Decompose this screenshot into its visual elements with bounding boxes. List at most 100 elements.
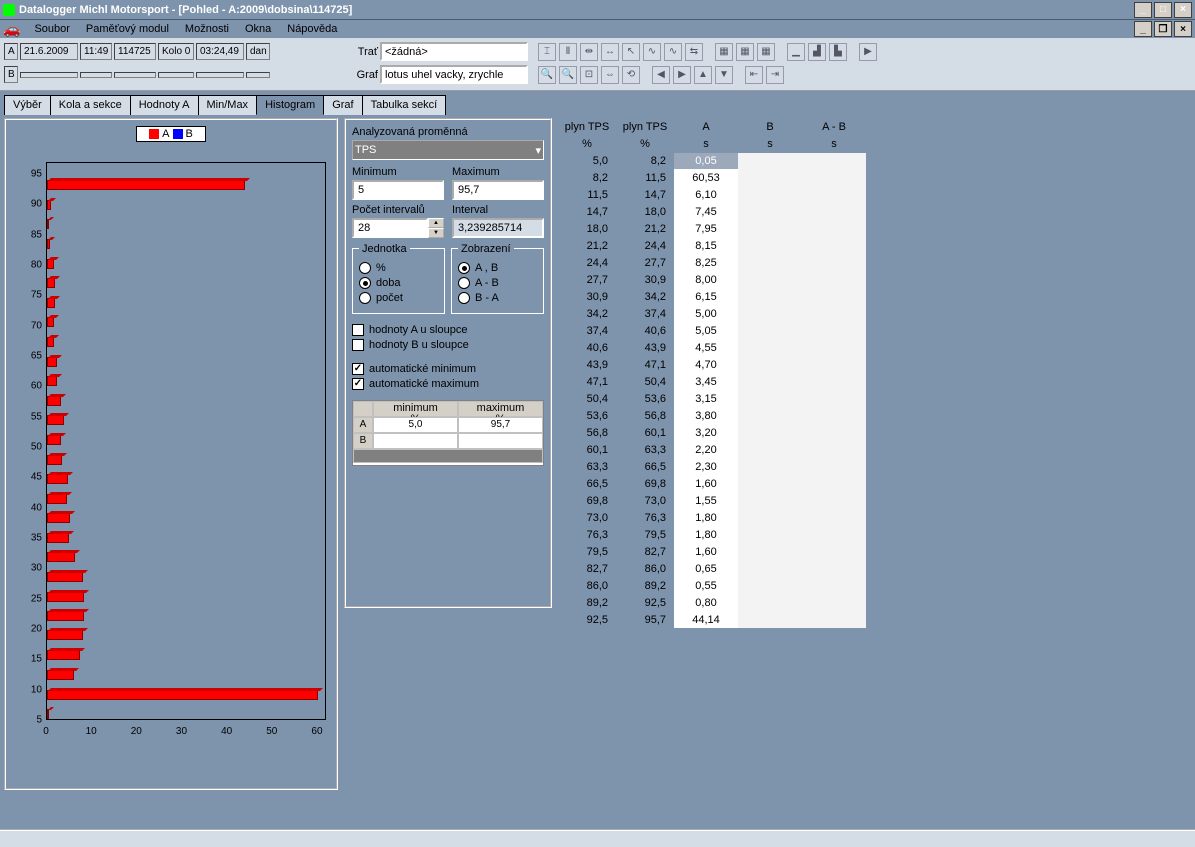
table-row[interactable]: 43,947,14,70 — [558, 356, 866, 373]
panel2-icon[interactable]: ▦ — [736, 43, 754, 61]
histogram-bar — [47, 513, 70, 523]
chart1-icon[interactable]: ▁ — [787, 43, 805, 61]
menu-napoveda[interactable]: Nápověda — [279, 21, 345, 37]
table-row[interactable]: 76,379,51,80 — [558, 526, 866, 543]
table-row[interactable]: 34,237,45,00 — [558, 305, 866, 322]
session-a-button[interactable]: A — [4, 43, 18, 60]
follow-a-icon[interactable]: ∿ — [643, 43, 661, 61]
menu-moznosti[interactable]: Možnosti — [177, 21, 237, 37]
table-row[interactable]: 60,163,32,20 — [558, 441, 866, 458]
minimum-input[interactable] — [352, 180, 444, 200]
close-button[interactable]: × — [1174, 2, 1192, 18]
table-row[interactable]: 11,514,76,10 — [558, 186, 866, 203]
dual-cursor-icon[interactable]: Ⅱ — [559, 43, 577, 61]
table-row[interactable]: 86,089,20,55 — [558, 577, 866, 594]
table-row[interactable]: 37,440,65,05 — [558, 322, 866, 339]
chart3-icon[interactable]: ▙ — [829, 43, 847, 61]
sync-icon[interactable]: ⇆ — [685, 43, 703, 61]
nav-right-icon[interactable]: ▶ — [673, 66, 691, 84]
view-aminusb-radio[interactable] — [458, 277, 470, 289]
tab-minmax[interactable]: Min/Max — [198, 95, 258, 115]
tab-graf[interactable]: Graf — [323, 95, 362, 115]
analyzed-var-label: Analyzovaná proměnná — [352, 126, 544, 138]
graf-input[interactable] — [380, 65, 528, 84]
cursor-tool-icon[interactable]: ⌶ — [538, 43, 556, 61]
tab-hodnoty-a[interactable]: Hodnoty A — [130, 95, 199, 115]
table-row[interactable]: 18,021,27,95 — [558, 220, 866, 237]
tab-tabulka-sekci[interactable]: Tabulka sekcí — [362, 95, 447, 115]
auto-max-checkbox[interactable] — [352, 378, 364, 390]
table-row[interactable]: 66,569,81,60 — [558, 475, 866, 492]
unit-percent-radio[interactable] — [359, 262, 371, 274]
x-tick: 0 — [43, 726, 49, 737]
y-tick: 50 — [31, 442, 42, 453]
table-row[interactable]: 50,453,63,15 — [558, 390, 866, 407]
view-bminusa-radio[interactable] — [458, 292, 470, 304]
table-row[interactable]: 63,366,52,30 — [558, 458, 866, 475]
spin-up-icon[interactable]: ▲ — [428, 218, 444, 228]
table-row[interactable]: 47,150,43,45 — [558, 373, 866, 390]
range-cursor-icon[interactable]: ⇹ — [580, 43, 598, 61]
view-legend: Zobrazení — [458, 243, 514, 255]
minimize-button[interactable]: _ — [1134, 2, 1152, 18]
table-row[interactable]: 30,934,26,15 — [558, 288, 866, 305]
unit-pocet-radio[interactable] — [359, 292, 371, 304]
table-row[interactable]: 53,656,83,80 — [558, 407, 866, 424]
chart2-icon[interactable]: ▟ — [808, 43, 826, 61]
analyzed-var-select[interactable]: TPS ▾ — [352, 140, 544, 160]
table-row[interactable]: 69,873,01,55 — [558, 492, 866, 509]
auto-min-checkbox[interactable] — [352, 363, 364, 375]
tab-vyber[interactable]: Výběr — [4, 95, 51, 115]
pointer-icon[interactable]: ↖ — [622, 43, 640, 61]
unit-doba-radio[interactable] — [359, 277, 371, 289]
nav-up-icon[interactable]: ▲ — [694, 66, 712, 84]
table-row[interactable]: 73,076,31,80 — [558, 509, 866, 526]
values-b-checkbox[interactable] — [352, 339, 364, 351]
tab-kola-sekce[interactable]: Kola a sekce — [50, 95, 131, 115]
panel3-icon[interactable]: ▦ — [757, 43, 775, 61]
zoom-in-icon[interactable]: 🔍 — [538, 66, 556, 84]
session-b-button[interactable]: B — [4, 66, 18, 83]
maximum-input[interactable] — [452, 180, 544, 200]
zoom-out-icon[interactable]: 🔍 — [559, 66, 577, 84]
zoom-x-icon[interactable]: ⇔ — [601, 66, 619, 84]
follow-b-icon[interactable]: ∿ — [664, 43, 682, 61]
table-row[interactable]: 89,292,50,80 — [558, 594, 866, 611]
menu-okna[interactable]: Okna — [237, 21, 279, 37]
mdi-close-button[interactable]: × — [1174, 21, 1192, 37]
panel1-icon[interactable]: ▦ — [715, 43, 733, 61]
menu-bar: Soubor Paměťový modul Možnosti Okna Nápo… — [20, 20, 1134, 39]
table-row[interactable]: 92,595,744,14 — [558, 611, 866, 628]
zoom-reset-icon[interactable]: ⟲ — [622, 66, 640, 84]
legend-label-b: B — [186, 128, 193, 140]
mdi-restore-button[interactable]: ❐ — [1154, 21, 1172, 37]
mdi-minimize-button[interactable]: _ — [1134, 21, 1152, 37]
zoom-fit-icon[interactable]: ⊡ — [580, 66, 598, 84]
span-cursor-icon[interactable]: ↔ — [601, 43, 619, 61]
table-row[interactable]: 14,718,07,45 — [558, 203, 866, 220]
menu-soubor[interactable]: Soubor — [26, 21, 77, 37]
track-input[interactable] — [380, 42, 528, 61]
table-row[interactable]: 56,860,13,20 — [558, 424, 866, 441]
view-ab-radio[interactable] — [458, 262, 470, 274]
table-row[interactable]: 5,08,20,05 — [558, 152, 866, 169]
table-row[interactable]: 8,211,560,53 — [558, 169, 866, 186]
spin-down-icon[interactable]: ▼ — [428, 228, 444, 238]
values-a-checkbox[interactable] — [352, 324, 364, 336]
table-row[interactable]: 40,643,94,55 — [558, 339, 866, 356]
table-row[interactable]: 79,582,71,60 — [558, 543, 866, 560]
menu-pametovy-modul[interactable]: Paměťový modul — [78, 21, 177, 37]
nav-left-icon[interactable]: ◀ — [652, 66, 670, 84]
step-left-icon[interactable]: ⇤ — [745, 66, 763, 84]
tab-histogram[interactable]: Histogram — [256, 95, 324, 115]
table-row[interactable]: 24,427,78,25 — [558, 254, 866, 271]
table-row[interactable]: 21,224,48,15 — [558, 237, 866, 254]
nav-down-icon[interactable]: ▼ — [715, 66, 733, 84]
export-icon[interactable]: ▶ — [859, 43, 877, 61]
interval-count-input[interactable] — [352, 218, 428, 238]
maximize-button[interactable]: □ — [1154, 2, 1172, 18]
table-row[interactable]: 27,730,98,00 — [558, 271, 866, 288]
table-row[interactable]: 82,786,00,65 — [558, 560, 866, 577]
mt-a-min: 5,0 — [373, 417, 458, 433]
step-right-icon[interactable]: ⇥ — [766, 66, 784, 84]
